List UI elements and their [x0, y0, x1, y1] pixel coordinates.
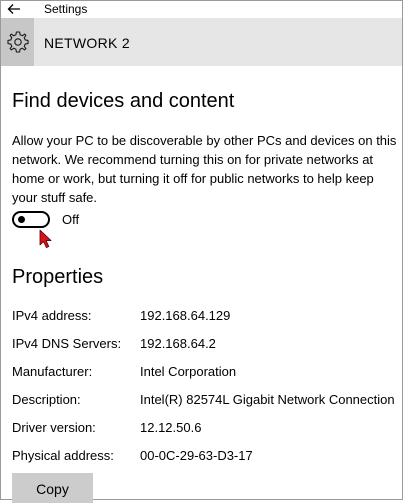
title-bar: Settings [1, 1, 402, 18]
driver-version-value: 12.12.50.6 [140, 420, 202, 435]
physical-address-label: Physical address: [12, 448, 114, 463]
find-devices-description: Allow your PC to be discoverable by othe… [12, 131, 403, 207]
find-devices-heading: Find devices and content [12, 90, 235, 112]
copy-button[interactable]: Copy [12, 473, 93, 503]
page-title: NETWORK 2 [44, 35, 130, 51]
discoverable-toggle[interactable] [12, 211, 50, 228]
manufacturer-label: Manufacturer: [12, 364, 93, 379]
description-line: network. We recommend turning this on fo… [12, 152, 374, 167]
ipv4-address-label: IPv4 address: [12, 308, 92, 323]
physical-address-value: 00-0C-29-63-D3-17 [140, 448, 253, 463]
toggle-knob [18, 216, 25, 223]
back-arrow-icon [7, 4, 20, 14]
ipv4-dns-value: 192.168.64.2 [140, 336, 216, 351]
ipv4-dns-label: IPv4 DNS Servers: [12, 336, 122, 351]
back-button[interactable] [5, 1, 23, 17]
driver-version-label: Driver version: [12, 420, 96, 435]
window-title: Settings [44, 2, 88, 16]
manufacturer-value: Intel Corporation [140, 364, 237, 379]
description-line: your stuff safe. [12, 190, 98, 205]
description-line: Allow your PC to be discoverable by othe… [12, 133, 397, 148]
mouse-pointer-icon [39, 229, 52, 248]
settings-icon-tile [1, 18, 34, 66]
properties-heading: Properties [12, 266, 104, 288]
gear-icon [6, 31, 29, 53]
page-header: NETWORK 2 [1, 18, 402, 66]
description-line: home or work, but turning it off for pub… [12, 171, 374, 186]
description-label: Description: [12, 392, 81, 407]
description-value: Intel(R) 82574L Gigabit Network Connecti… [140, 392, 395, 407]
ipv4-address-value: 192.168.64.129 [140, 308, 231, 323]
toggle-state-label: Off [62, 212, 80, 227]
